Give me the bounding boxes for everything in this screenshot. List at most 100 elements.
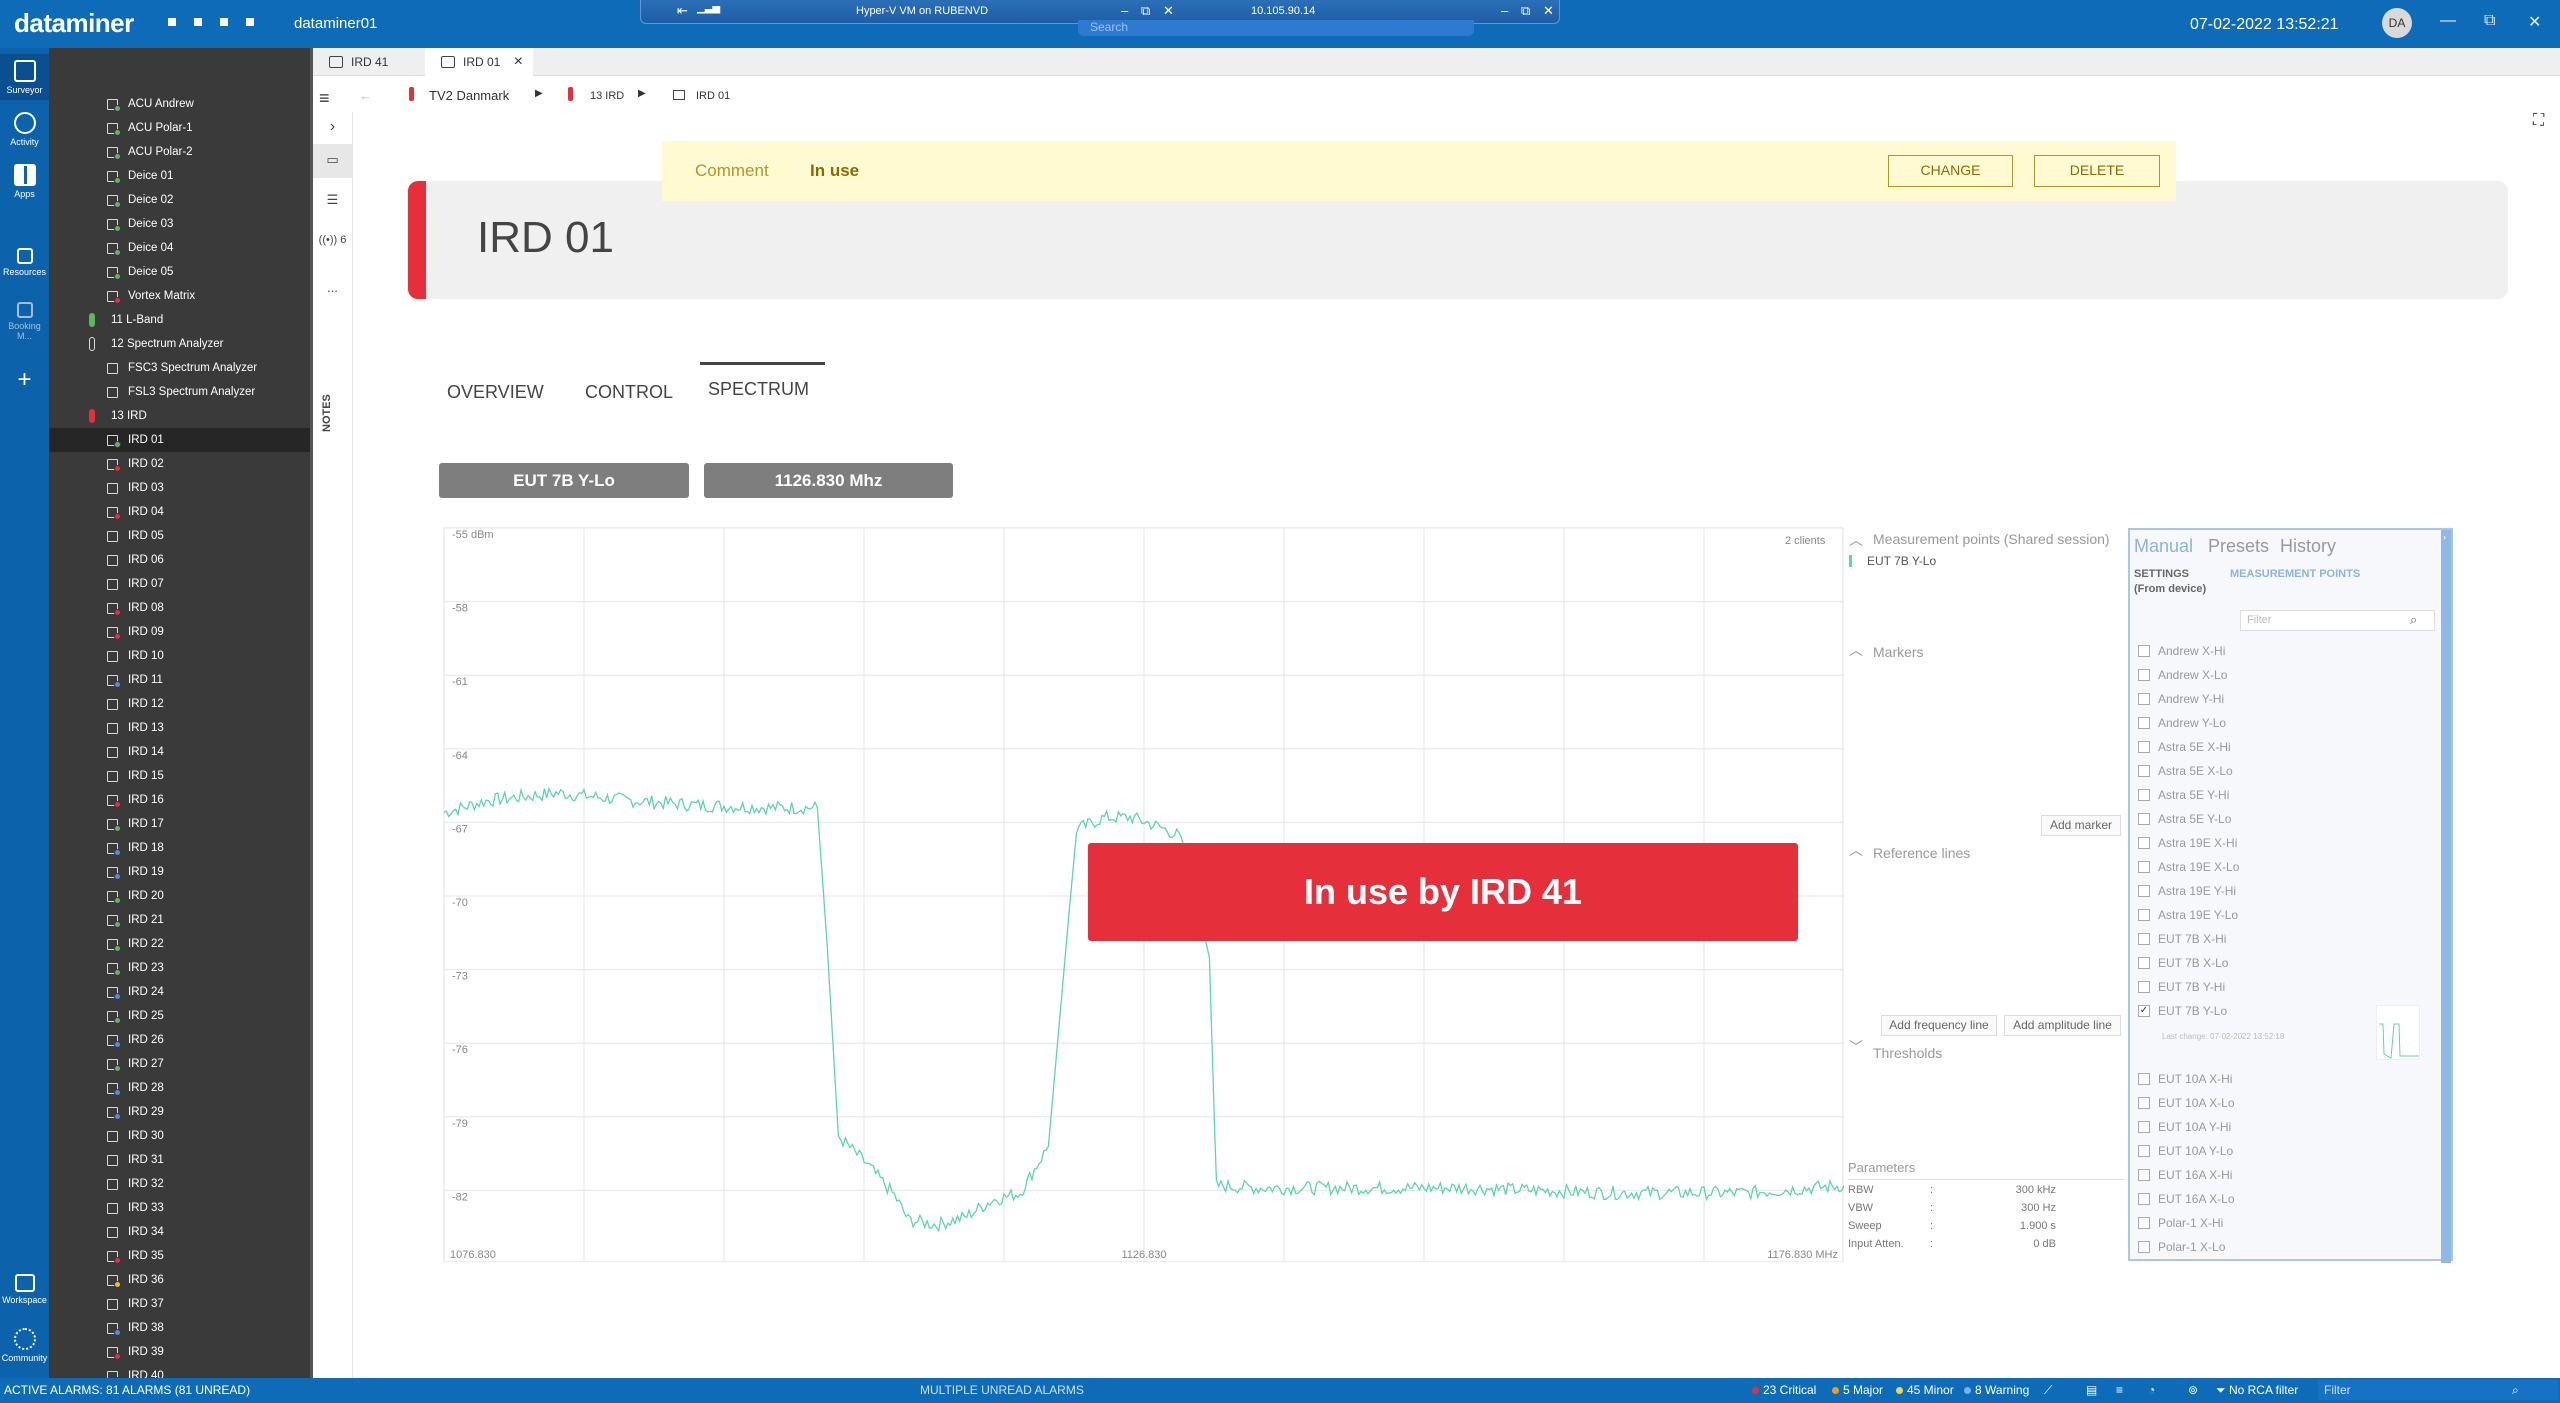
tree-item[interactable]: ACU Polar-2 [49, 140, 311, 164]
tree-item[interactable]: IRD 20 [49, 884, 311, 908]
measurement-point-item[interactable]: EUT 16A X-Lo [2138, 1190, 2438, 1210]
tree-item[interactable]: IRD 07 [49, 572, 311, 596]
monitor-icon[interactable]: ▭ [313, 144, 352, 178]
tree-item[interactable]: IRD 16 [49, 788, 311, 812]
measurement-point-item[interactable]: Polar-1 X-Hi [2138, 1214, 2438, 1234]
tree-item[interactable]: IRD 03 [49, 476, 311, 500]
back-arrow-icon[interactable]: ← [359, 88, 372, 103]
tab-control[interactable]: CONTROL [585, 382, 673, 403]
signal-count[interactable]: ((•)) 6 [313, 234, 352, 246]
tree-item[interactable]: IRD 30 [49, 1124, 311, 1148]
tree-item[interactable]: IRD 22 [49, 932, 311, 956]
tree-item[interactable]: IRD 32 [49, 1172, 311, 1196]
tab-ird-41[interactable]: IRD 41 [313, 48, 423, 76]
vm-minimize-icon[interactable]: – [1121, 3, 1128, 18]
tree-item[interactable]: IRD 29 [49, 1100, 311, 1124]
rail-activity[interactable]: Activity [0, 112, 49, 147]
measurement-point-item[interactable]: EUT 7B X-Hi [2138, 930, 2438, 950]
tree-item[interactable]: IRD 11 [49, 668, 311, 692]
minimize-icon[interactable]: — [2440, 12, 2456, 30]
vm-restore-icon[interactable]: ⧉ [1141, 3, 1150, 19]
tree-item[interactable]: IRD 21 [49, 908, 311, 932]
search-input[interactable]: Search [1078, 20, 1474, 36]
checkbox[interactable]: ✓ [2138, 1005, 2150, 1017]
checkbox[interactable] [2138, 693, 2150, 705]
checkbox[interactable] [2138, 885, 2150, 897]
app-menu-dots[interactable] [168, 18, 254, 26]
measurement-point-item[interactable]: EUT 10A Y-Hi [2138, 1118, 2438, 1138]
settings-sliders-icon[interactable]: ☰ [313, 192, 352, 208]
measurement-point-item[interactable]: Astra 19E X-Lo [2138, 858, 2438, 878]
change-comment-button[interactable]: CHANGE [1888, 155, 2013, 187]
checkbox[interactable] [2138, 813, 2150, 825]
expand-icon[interactable]: › [313, 118, 352, 136]
tree-item[interactable]: ACU Andrew [49, 92, 311, 116]
collapse-icon[interactable]: › [2443, 532, 2446, 542]
add-frequency-line-button[interactable]: Add frequency line [1881, 1015, 1997, 1036]
measurement-point-item[interactable]: Astra 19E Y-Hi [2138, 882, 2438, 902]
search-icon[interactable]: ⌕ [2410, 612, 2417, 628]
tree-item[interactable]: IRD 10 [49, 644, 311, 668]
breadcrumb-item[interactable]: 13 IRD [590, 90, 624, 102]
measurement-point-item[interactable]: Andrew Y-Lo [2138, 714, 2438, 734]
tab-presets[interactable]: Presets [2208, 536, 2269, 557]
sort-icon[interactable]: ≡ [2116, 1383, 2123, 1397]
tree-item[interactable]: IRD 06 [49, 548, 311, 572]
tree-item[interactable]: Deice 05 [49, 260, 311, 284]
tree-item[interactable]: IRD 26 [49, 1028, 311, 1052]
rca-filter[interactable]: ⏷ No RCA filter [2216, 1383, 2298, 1398]
remote-close-icon[interactable]: ✕ [1543, 3, 1554, 19]
minor-count[interactable]: 45 Minor [1896, 1383, 1954, 1397]
checkbox[interactable] [2138, 1169, 2150, 1181]
critical-count[interactable]: 23 Critical [1752, 1383, 1816, 1397]
measurement-point-item[interactable]: EUT 16A X-Hi [2138, 1166, 2438, 1186]
delete-comment-button[interactable]: DELETE [2034, 155, 2160, 187]
measurement-point-item[interactable]: Andrew Y-Hi [2138, 690, 2438, 710]
tab-ird-01[interactable]: IRD 01 × [425, 48, 533, 76]
tree-item[interactable]: IRD 12 [49, 692, 311, 716]
measurement-point-item[interactable]: EUT 7B Y-Hi [2138, 978, 2438, 998]
close-icon[interactable]: ✕ [2528, 12, 2541, 32]
add-app-button[interactable]: + [0, 366, 49, 394]
checkbox[interactable] [2138, 1193, 2150, 1205]
tree-item[interactable]: IRD 17 [49, 812, 311, 836]
tree-item[interactable]: FSC3 Spectrum Analyzer [49, 356, 311, 380]
tree-item[interactable]: IRD 33 [49, 1196, 311, 1220]
tree-item[interactable]: IRD 14 [49, 740, 311, 764]
unread-alarms[interactable]: MULTIPLE UNREAD ALARMS [920, 1383, 1084, 1397]
tab-history[interactable]: History [2280, 536, 2336, 557]
tab-spectrum[interactable]: SPECTRUM [700, 362, 825, 400]
settings-tab[interactable]: SETTINGS [2134, 568, 2189, 580]
time-icon[interactable]: ◔ [2148, 1383, 2155, 1397]
checkbox[interactable] [2138, 1145, 2150, 1157]
active-alarms[interactable]: ACTIVE ALARMS: 81 ALARMS (81 UNREAD) [4, 1383, 250, 1397]
checkbox[interactable] [2138, 741, 2150, 753]
measurement-point-item[interactable]: EUT 7B X-Lo [2138, 954, 2438, 974]
tree-item[interactable]: 12 Spectrum Analyzer [49, 332, 311, 356]
tree-item[interactable]: IRD 02 [49, 452, 311, 476]
measurement-point-item[interactable]: Andrew X-Lo [2138, 666, 2438, 686]
tree-item[interactable]: Deice 01 [49, 164, 311, 188]
focus-icon[interactable]: ⊚ [2188, 1383, 2198, 1397]
tree-item[interactable]: IRD 35 [49, 1244, 311, 1268]
chevron-up-icon[interactable]: ︿ [1849, 840, 1863, 860]
measurement-point-item[interactable]: EUT 10A Y-Lo [2138, 1142, 2438, 1162]
tree-item[interactable]: IRD 25 [49, 1004, 311, 1028]
checkbox[interactable] [2138, 1097, 2150, 1109]
tree-item[interactable]: IRD 40 [49, 1364, 311, 1378]
checkbox[interactable] [2138, 1121, 2150, 1133]
tree-item[interactable]: IRD 39 [49, 1340, 311, 1364]
measurement-point-item[interactable]: Astra 5E X-Lo [2138, 762, 2438, 782]
tree-item[interactable]: IRD 38 [49, 1316, 311, 1340]
search-icon[interactable]: ⌕ [2512, 1383, 2519, 1398]
tree-item[interactable]: IRD 13 [49, 716, 311, 740]
measurement-point-item[interactable]: Polar-1 X-Lo [2138, 1238, 2438, 1258]
tree-item[interactable]: 13 IRD [49, 404, 311, 428]
tree-item[interactable]: IRD 18 [49, 836, 311, 860]
checkbox[interactable] [2138, 861, 2150, 873]
alarm-filter-input[interactable]: Filter [2318, 1380, 2558, 1400]
notes-tab[interactable]: NOTES [321, 394, 333, 432]
graph-icon[interactable]: ⟋ [2044, 1383, 2052, 1398]
add-amplitude-line-button[interactable]: Add amplitude line [2004, 1015, 2121, 1036]
list-view-icon[interactable]: ▤ [2086, 1383, 2097, 1397]
